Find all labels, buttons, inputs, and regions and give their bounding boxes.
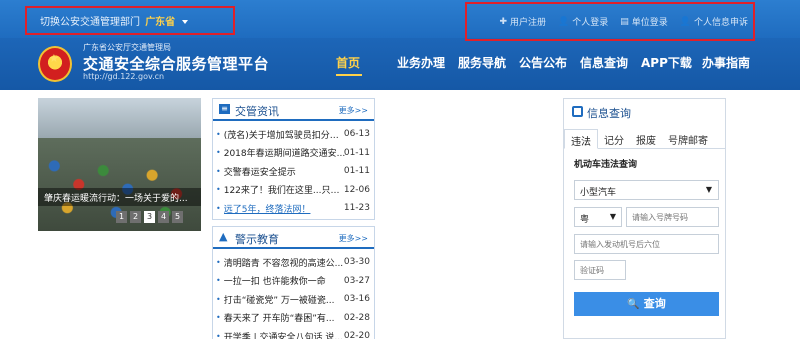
list-item[interactable]: • 一拉一扣 也许能救你一命 03-27 [213, 272, 374, 291]
nav-business[interactable]: 业务办理 [397, 54, 458, 71]
nav-guide[interactable]: 办事指南 [702, 54, 763, 71]
annotation-box-account-links [465, 2, 755, 41]
carousel-page-5[interactable]: 5 [172, 211, 183, 223]
engine-number-input[interactable] [574, 234, 719, 254]
chevron-down-icon: ▼ [609, 212, 616, 221]
list-item[interactable]: • (茂名)关于增加驾驶员扣分、... 06-13 [213, 125, 374, 144]
carousel-page-4[interactable]: 4 [158, 211, 169, 223]
list-item[interactable]: • 交警春运安全提示 01-11 [213, 162, 374, 181]
news-item-title[interactable]: (茂名)关于增加驾驶员扣分、... [224, 128, 346, 141]
warning-item-title[interactable]: 一拉一扣 也许能救你一命 [224, 274, 346, 287]
news-item-title[interactable]: 交警春运安全提示 [224, 165, 346, 178]
carousel-page-3[interactable]: 3 [144, 211, 155, 223]
platform-title[interactable]: 交通安全综合服务管理平台 [83, 53, 269, 74]
star-icon: ★ [49, 52, 59, 65]
bullet-icon: • [216, 331, 221, 339]
bullet-icon: • [216, 129, 221, 139]
carousel-pager: 1 2 3 4 5 [116, 211, 183, 223]
tab-scrap[interactable]: 报废 [630, 129, 662, 148]
warning-item-title[interactable]: 清明踏青 不容忽视的高速公... [224, 256, 346, 269]
vehicle-type-select[interactable]: 小型汽车 ▼ [574, 180, 719, 200]
list-item[interactable]: • 远了5年，终落法网！ 11-23 [213, 199, 374, 218]
list-item[interactable]: • 清明踏青 不容忽视的高速公... 03-30 [213, 253, 374, 272]
query-panel-header: 信息查询 [564, 99, 725, 125]
tab-plate-mailing[interactable]: 号牌邮寄 [662, 129, 714, 148]
bullet-icon: • [216, 166, 221, 176]
page: 切换公安交通管理部门 广东省 ✚ 用户注册 👤 个人登录 ▤ 单位登录 👤 个人… [0, 0, 800, 339]
nav-home[interactable]: 首页 [336, 54, 397, 71]
nav-info-query[interactable]: 信息查询 [580, 54, 641, 71]
nav-active-indicator [336, 74, 362, 76]
tab-violation[interactable]: 违法 [564, 129, 598, 149]
captcha-input[interactable] [574, 260, 626, 280]
nav-app-download[interactable]: APP下载 [641, 54, 702, 71]
query-button[interactable]: 🔍 查询 [574, 292, 719, 316]
list-item[interactable]: • 122来了！我们在这里...只为... 12-06 [213, 181, 374, 200]
warning-list: • 清明踏青 不容忽视的高速公... 03-30 • 一拉一扣 也许能救你一命 03-2… [213, 249, 374, 339]
bullet-icon: • [216, 203, 221, 213]
main-nav: 首页 业务办理 服务导航 公告公布 信息查询 APP下载 办事指南 [336, 54, 763, 71]
news-item-date: 12-06 [343, 184, 370, 195]
query-tabs: 违法 记分 报废 号牌邮寄 [564, 129, 725, 149]
organization-name: 广东省公安厅交通管理局 [83, 43, 171, 52]
warning-item-date: 03-16 [343, 294, 370, 305]
bullet-icon: • [216, 148, 221, 158]
warning-item-title[interactable]: 春天来了 开车防“春困”有... [224, 311, 346, 324]
news-item-title[interactable]: 122来了！我们在这里...只为... [224, 183, 346, 196]
annotation-box-department [25, 6, 235, 35]
warning-item-date: 02-20 [343, 331, 370, 339]
warning-item-title[interactable]: 打击“碰瓷党” 万一被碰瓷... [224, 293, 346, 306]
news-item-date: 06-13 [343, 129, 370, 140]
bullet-icon: • [216, 276, 221, 286]
bullet-icon: • [216, 294, 221, 304]
chevron-down-icon: ▼ [705, 185, 712, 194]
nav-service-guide[interactable]: 服务导航 [458, 54, 519, 71]
bullet-icon: • [216, 185, 221, 195]
warning-panel-header: ▲ 警示教育 更多>> [213, 227, 374, 249]
list-item[interactable]: • 2018年春运期间道路交通安... 01-11 [213, 144, 374, 163]
bullet-icon: • [216, 257, 221, 267]
query-subtitle: 机动车违法查询 [574, 160, 638, 170]
warning-item-date: 02-28 [343, 312, 370, 323]
query-button-label: 查询 [643, 297, 666, 310]
plate-number-input[interactable] [626, 207, 719, 227]
info-query-panel: 信息查询 违法 记分 报废 号牌邮寄 机动车违法查询 小型汽车 ▼ 粤 ▼ 🔍查… [563, 98, 726, 339]
site-url: http://gd.122.gov.cn [83, 72, 165, 81]
news-item-date: 01-11 [343, 147, 370, 158]
news-item-date: 01-11 [343, 166, 370, 177]
tab-points[interactable]: 记分 [598, 129, 630, 148]
plate-prefix-select[interactable]: 粤 ▼ [574, 207, 622, 227]
nav-announcements[interactable]: 公告公布 [519, 54, 580, 71]
bullet-icon: • [216, 313, 221, 323]
query-panel-title: 信息查询 [587, 107, 631, 120]
news-panel-title: 交管资讯 [235, 105, 279, 118]
carousel-page-2[interactable]: 2 [130, 211, 141, 223]
news-more-link[interactable]: 更多>> [339, 105, 368, 116]
news-item-date: 11-23 [343, 203, 370, 214]
warning-panel-title: 警示教育 [235, 233, 279, 246]
plate-prefix-value: 粤 [580, 215, 590, 225]
warning-item-date: 03-27 [343, 275, 370, 286]
list-item[interactable]: • 春天来了 开车防“春困”有... 02-28 [213, 309, 374, 328]
list-item[interactable]: • 开学季 | 交通安全八句话 说... 02-20 [213, 327, 374, 339]
carousel-page-1[interactable]: 1 [116, 211, 127, 223]
warning-item-date: 03-30 [343, 257, 370, 268]
news-list: • (茂名)关于增加驾驶员扣分、... 06-13 • 2018年春运期间道路交通安.… [213, 121, 374, 218]
warning-more-link[interactable]: 更多>> [339, 233, 368, 244]
warning-icon: ▲ [219, 230, 228, 243]
news-item-title[interactable]: 2018年春运期间道路交通安... [224, 146, 346, 159]
list-item[interactable]: • 打击“碰瓷党” 万一被碰瓷... 03-16 [213, 290, 374, 309]
vehicle-type-value: 小型汽车 [580, 188, 617, 198]
news-panel-header: ≡ 交管资讯 更多>> [213, 99, 374, 121]
search-icon: 🔍 [627, 299, 640, 310]
carousel-caption[interactable]: 肇庆春运暖流行动：一场关于爱的... [44, 191, 188, 204]
news-icon: ≡ [219, 104, 230, 114]
warning-item-title[interactable]: 开学季 | 交通安全八句话 说... [224, 330, 346, 339]
document-icon [572, 106, 583, 117]
warning-panel: ▲ 警示教育 更多>> • 清明踏青 不容忽视的高速公... 03-30 • 一拉一扣… [212, 226, 375, 339]
news-item-title[interactable]: 远了5年，终落法网！ [224, 202, 346, 215]
news-panel: ≡ 交管资讯 更多>> • (茂名)关于增加驾驶员扣分、... 06-13 • 201… [212, 98, 375, 220]
